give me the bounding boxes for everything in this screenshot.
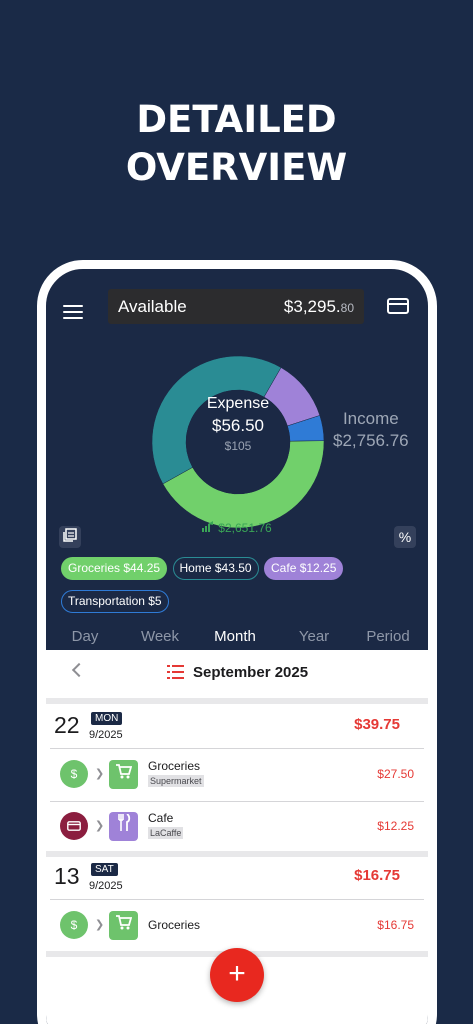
expense-label: Expense [206, 395, 270, 412]
day-header: 13 SAT 9/2025 $16.75 [46, 857, 428, 897]
day-header: 22 MON 9/2025 $39.75 [46, 706, 428, 746]
chip-transportation[interactable]: Transportation $5 [61, 590, 169, 613]
chip-groceries[interactable]: Groceries $44.25 [61, 557, 168, 580]
headline-line1: DETAILED [136, 98, 337, 141]
day-number: 13 [54, 863, 80, 889]
category-chips: Groceries $44.25 Home $43.50 Cafe $12.25… [61, 557, 428, 623]
cart-icon [109, 760, 138, 789]
available-balance-box[interactable]: Available $3,295.80 [108, 289, 364, 324]
tab-day[interactable]: Day [66, 628, 104, 645]
credit-card-icon[interactable] [387, 298, 409, 314]
transaction-amount: $27.50 [377, 767, 414, 781]
trend-up-icon [202, 521, 214, 535]
plus-icon: + [228, 957, 246, 990]
tab-period[interactable]: Period [364, 628, 412, 645]
income-label: Income [342, 409, 399, 428]
available-label: Available [118, 297, 187, 316]
day-total: $16.75 [354, 867, 400, 884]
transaction-amount: $16.75 [377, 918, 414, 932]
stack-icon [63, 528, 77, 542]
chevron-left-icon[interactable] [71, 662, 87, 678]
available-amount: $3,295.80 [283, 297, 354, 316]
transaction-row[interactable]: $ ❯ Groceries Supermarket $27.50 [46, 751, 428, 799]
chip-home[interactable]: Home $43.50 [172, 557, 259, 580]
transaction-category: Groceries [148, 918, 201, 932]
money-bag-icon: $ [60, 911, 88, 939]
month-title[interactable]: September 2025 [193, 664, 308, 681]
fork-knife-icon [109, 812, 138, 841]
day-of-week-badge: MON [91, 712, 123, 725]
day-of-week-badge: SAT [91, 863, 118, 876]
income-summary[interactable]: Income $2,756.76 [333, 408, 409, 452]
balance-row: $2,651.76 [46, 521, 428, 535]
section-separator [46, 698, 428, 704]
transaction-note: Supermarket [148, 775, 204, 787]
chevron-right-icon: ❯ [95, 919, 105, 931]
transaction-amount: $12.25 [377, 819, 414, 833]
expense-value: $56.50 [212, 416, 264, 435]
transaction-note: LaCaffe [148, 827, 184, 839]
tab-month[interactable]: Month [207, 628, 263, 645]
expense-sub-value: $105 [224, 439, 252, 453]
percent-icon: % [398, 529, 412, 545]
stack-view-button[interactable] [59, 526, 81, 548]
income-value: $2,756.76 [333, 431, 409, 450]
money-bag-icon: $ [60, 760, 88, 788]
add-transaction-button[interactable]: + [210, 948, 264, 1002]
list-icon[interactable] [167, 665, 184, 679]
phone-frame: Available $3,295.80 Expense $56.50 $105 … [37, 260, 437, 1024]
top-bar: Available $3,295.80 [46, 289, 428, 329]
month-navigator: September 2025 [46, 650, 428, 698]
transaction-row[interactable]: ❯ Cafe LaCaffe $12.25 [46, 803, 428, 851]
tab-year[interactable]: Year [296, 628, 332, 645]
chevron-right-icon: ❯ [95, 768, 105, 780]
day-month-year: 9/2025 [89, 729, 123, 741]
transaction-category: Cafe [148, 811, 174, 825]
donut-center: Expense $56.50 $105 [150, 394, 326, 454]
percent-toggle-button[interactable]: % [394, 526, 416, 548]
hamburger-menu-icon[interactable] [63, 305, 83, 319]
credit-card-icon [60, 812, 88, 840]
day-number: 22 [54, 712, 80, 738]
chevron-right-icon: ❯ [95, 820, 105, 832]
headline-line2: OVERVIEW [125, 146, 348, 189]
day-month-year: 9/2025 [89, 880, 123, 892]
transaction-category: Groceries [148, 759, 201, 773]
tab-week[interactable]: Week [138, 628, 182, 645]
headline: DETAILED OVERVIEW [0, 96, 473, 192]
day-total: $39.75 [354, 716, 400, 733]
balance-value: $2,651.76 [218, 521, 272, 535]
transaction-row[interactable]: $ ❯ Groceries $16.75 [46, 902, 428, 950]
cart-icon [109, 911, 138, 940]
chip-cafe[interactable]: Cafe $12.25 [264, 557, 344, 580]
